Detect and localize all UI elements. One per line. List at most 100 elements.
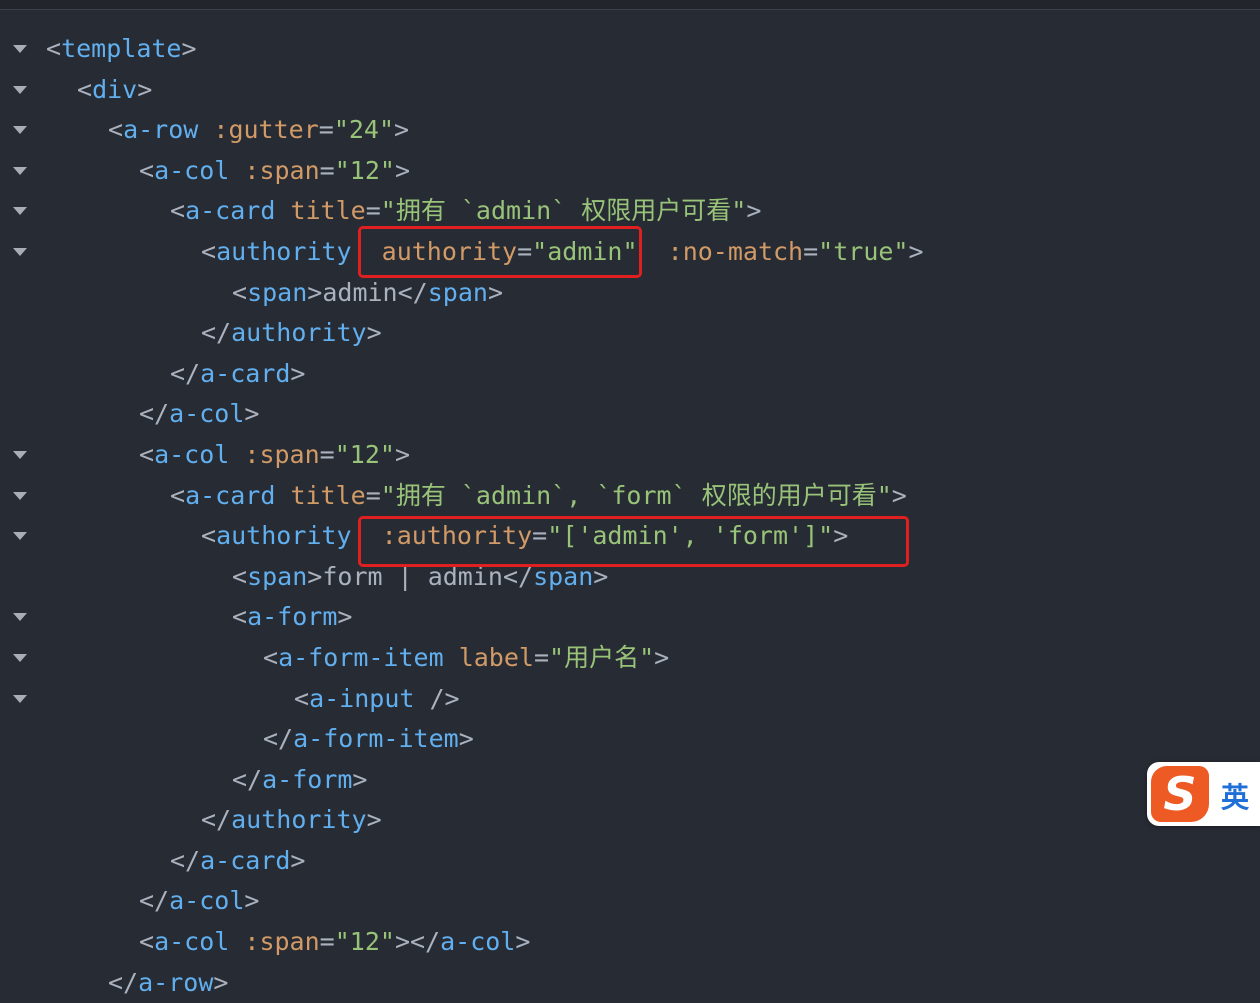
code-line[interactable]: <a-form-item label="用户名"> bbox=[0, 638, 1260, 679]
code-token-punct: > bbox=[487, 277, 503, 307]
code-content: </authority> bbox=[201, 313, 382, 354]
code-line[interactable]: <a-card title="拥有 `admin`, `form` 权限的用户可… bbox=[0, 476, 1260, 517]
fold-arrow-icon[interactable] bbox=[13, 491, 27, 500]
code-line[interactable]: <span>form | admin</span> bbox=[0, 557, 1260, 598]
code-token-tag: a-row bbox=[138, 967, 214, 997]
code-token-tag: a-col bbox=[154, 439, 230, 469]
code-token-punct: > bbox=[366, 318, 382, 348]
ime-mode-label[interactable]: 英 bbox=[1221, 776, 1249, 816]
code-token-tag: template bbox=[61, 34, 182, 63]
fold-arrow-icon[interactable] bbox=[13, 613, 27, 622]
fold-arrow-icon[interactable] bbox=[13, 207, 27, 216]
code-line[interactable]: </a-form> bbox=[0, 760, 1260, 801]
code-token-punct: > bbox=[908, 236, 924, 266]
code-token-tag: authority bbox=[216, 236, 352, 266]
code-token-punct: </ bbox=[139, 886, 170, 916]
code-token-punct: > bbox=[244, 399, 260, 429]
code-line[interactable]: <authority authority="admin" :no-match="… bbox=[0, 232, 1260, 273]
code-token-str: "12" bbox=[334, 155, 395, 185]
code-token-punct: </ bbox=[201, 318, 232, 348]
code-line[interactable]: </a-card> bbox=[0, 354, 1260, 395]
code-token-punct: > bbox=[394, 439, 410, 469]
code-line[interactable]: <a-col :span="12"> bbox=[0, 151, 1260, 192]
code-line[interactable]: <div> bbox=[0, 70, 1260, 111]
code-token-punct: > bbox=[307, 561, 323, 591]
code-line[interactable]: </a-col> bbox=[0, 881, 1260, 922]
code-token-punct: = bbox=[803, 236, 819, 266]
code-token-tag: a-form bbox=[262, 764, 353, 794]
fold-arrow-icon[interactable] bbox=[13, 694, 27, 703]
code-line[interactable]: <a-col :span="12"> bbox=[0, 435, 1260, 476]
code-token-punct: < bbox=[201, 236, 217, 266]
code-token-punct: < bbox=[108, 115, 124, 145]
code-token-punct: > bbox=[366, 805, 382, 835]
code-content: <a-form-item label="用户名"> bbox=[263, 638, 669, 679]
code-content: <span>admin</span> bbox=[232, 273, 503, 314]
code-editor[interactable]: <template> <div> <a-row :gutter="24"> <a-co… bbox=[0, 29, 1260, 1003]
code-token-punct: < bbox=[170, 196, 186, 226]
code-token-tag: span bbox=[247, 561, 308, 591]
code-line[interactable]: </a-card> bbox=[0, 841, 1260, 882]
fold-arrow-icon[interactable] bbox=[13, 126, 27, 135]
fold-arrow-icon[interactable] bbox=[13, 450, 27, 459]
code-content: </authority> bbox=[201, 800, 382, 841]
code-token-punct: </ bbox=[108, 967, 139, 997]
code-line[interactable]: </a-col> bbox=[0, 394, 1260, 435]
code-token-punct: > bbox=[290, 845, 306, 875]
code-content: <a-col :span="12"></a-col> bbox=[139, 922, 530, 963]
code-token-tag: a-card bbox=[200, 845, 291, 875]
editor-top-bar bbox=[0, 0, 1260, 10]
fold-arrow-icon[interactable] bbox=[13, 166, 27, 175]
code-token-punct: > bbox=[352, 764, 368, 794]
code-line[interactable]: <a-col :span="12"></a-col> bbox=[0, 922, 1260, 963]
fold-arrow-icon[interactable] bbox=[13, 653, 27, 662]
code-token-text: admin bbox=[322, 277, 398, 307]
code-token-punct: > bbox=[654, 642, 670, 672]
code-content: <template> bbox=[46, 29, 197, 70]
code-line[interactable]: </a-form-item> bbox=[0, 719, 1260, 760]
code-token-tag: a-col bbox=[154, 155, 230, 185]
code-token-punct: < bbox=[294, 683, 310, 713]
code-token-punct: < bbox=[170, 480, 186, 510]
code-token-text: form | admin bbox=[322, 561, 503, 591]
code-token-punct: < bbox=[232, 561, 248, 591]
code-token-punct: = bbox=[532, 521, 548, 551]
code-token-str: "24" bbox=[333, 115, 395, 145]
ime-status-widget[interactable]: S 英 bbox=[1147, 762, 1260, 826]
code-token-punct: < bbox=[139, 439, 155, 469]
fold-arrow-icon[interactable] bbox=[13, 45, 27, 53]
code-token-punct: > bbox=[290, 358, 306, 388]
code-line[interactable]: <template> bbox=[0, 29, 1260, 70]
code-content: </a-row> bbox=[108, 963, 228, 1003]
code-line[interactable]: <a-card title="拥有 `admin` 权限用户可看"> bbox=[0, 191, 1260, 232]
fold-arrow-icon[interactable] bbox=[13, 247, 27, 256]
code-token-punct: > bbox=[593, 561, 609, 591]
code-line[interactable]: <a-row :gutter="24"> bbox=[0, 110, 1260, 151]
code-line[interactable]: </authority> bbox=[0, 800, 1260, 841]
code-line[interactable]: </authority> bbox=[0, 313, 1260, 354]
code-content: </a-form-item> bbox=[263, 719, 474, 760]
code-token-punct: </ bbox=[170, 845, 201, 875]
code-token-punct: < bbox=[201, 521, 217, 551]
fold-arrow-icon[interactable] bbox=[13, 85, 27, 94]
code-line[interactable]: <a-input /> bbox=[0, 679, 1260, 720]
code-token-str: "用户名" bbox=[549, 642, 655, 672]
code-token-tag: a-input bbox=[309, 683, 415, 713]
code-token-tag: a-form-item bbox=[293, 724, 459, 754]
code-line[interactable]: <authority :authority="['admin', 'form']… bbox=[0, 516, 1260, 557]
code-content: </a-card> bbox=[170, 841, 305, 882]
code-token-punct: > bbox=[213, 967, 229, 997]
code-line[interactable]: <a-form> bbox=[0, 597, 1260, 638]
code-token-tag: span bbox=[247, 277, 308, 307]
code-line[interactable]: </a-row> bbox=[0, 963, 1260, 1003]
fold-arrow-icon[interactable] bbox=[13, 532, 27, 541]
code-content: <a-card title="拥有 `admin` 权限用户可看"> bbox=[170, 191, 761, 232]
code-token-str: "true" bbox=[818, 236, 909, 266]
code-content: <div> bbox=[77, 70, 152, 111]
code-token-tag: a-form-item bbox=[278, 642, 444, 672]
code-line[interactable]: <span>admin</span> bbox=[0, 273, 1260, 314]
